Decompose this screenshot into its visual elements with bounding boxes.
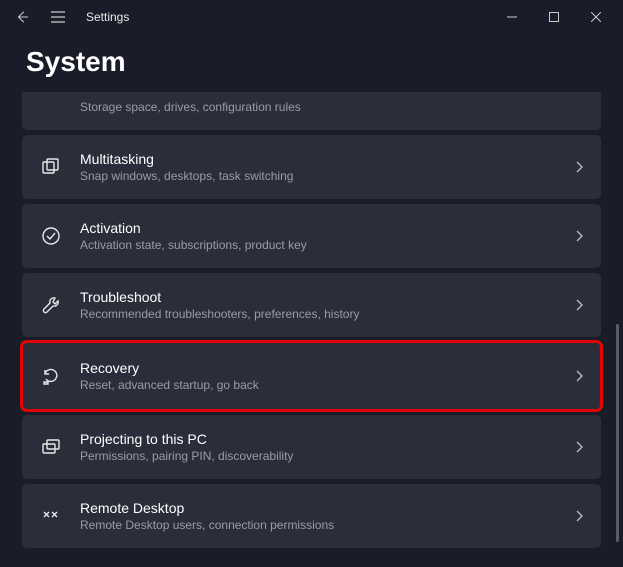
chevron-right-icon <box>575 161 583 173</box>
scrollbar[interactable] <box>616 324 619 542</box>
back-button[interactable] <box>6 1 38 33</box>
settings-item-troubleshoot[interactable]: Troubleshoot Recommended troubleshooters… <box>22 273 601 337</box>
item-text: Activation Activation state, subscriptio… <box>80 220 565 252</box>
close-icon <box>591 12 601 22</box>
settings-item-multitasking[interactable]: Multitasking Snap windows, desktops, tas… <box>22 135 601 199</box>
troubleshoot-icon <box>40 294 62 316</box>
close-button[interactable] <box>575 3 617 31</box>
item-text: Projecting to this PC Permissions, pairi… <box>80 431 565 463</box>
window-controls <box>491 3 617 31</box>
chevron-right-icon <box>575 441 583 453</box>
item-title: Recovery <box>80 360 565 376</box>
minimize-icon <box>507 12 517 22</box>
item-subtitle: Snap windows, desktops, task switching <box>80 169 565 183</box>
app-title: Settings <box>86 10 129 24</box>
titlebar: Settings <box>0 0 623 34</box>
item-text: Remote Desktop Remote Desktop users, con… <box>80 500 565 532</box>
menu-button[interactable] <box>42 1 74 33</box>
settings-item-projecting[interactable]: Projecting to this PC Permissions, pairi… <box>22 415 601 479</box>
chevron-right-icon <box>575 230 583 242</box>
item-subtitle: Recommended troubleshooters, preferences… <box>80 307 565 321</box>
settings-item-storage[interactable]: Storage space, drives, configuration rul… <box>22 92 601 130</box>
chevron-right-icon <box>575 299 583 311</box>
item-text: Recovery Reset, advanced startup, go bac… <box>80 360 565 392</box>
remote-desktop-icon <box>40 505 62 527</box>
recovery-icon <box>40 365 62 387</box>
item-title: Troubleshoot <box>80 289 565 305</box>
settings-list: Storage space, drives, configuration rul… <box>0 92 623 548</box>
item-subtitle: Storage space, drives, configuration rul… <box>80 100 583 114</box>
item-subtitle: Activation state, subscriptions, product… <box>80 238 565 252</box>
chevron-right-icon <box>575 510 583 522</box>
hamburger-icon <box>51 11 65 23</box>
titlebar-left: Settings <box>6 1 129 33</box>
multitasking-icon <box>40 156 62 178</box>
settings-item-recovery[interactable]: Recovery Reset, advanced startup, go bac… <box>22 342 601 410</box>
item-subtitle: Remote Desktop users, connection permiss… <box>80 518 565 532</box>
maximize-icon <box>549 12 559 22</box>
settings-item-remote-desktop[interactable]: Remote Desktop Remote Desktop users, con… <box>22 484 601 548</box>
settings-item-activation[interactable]: Activation Activation state, subscriptio… <box>22 204 601 268</box>
projecting-icon <box>40 436 62 458</box>
item-title: Activation <box>80 220 565 236</box>
page-title: System <box>0 34 623 92</box>
item-text: Storage space, drives, configuration rul… <box>80 100 583 114</box>
item-text: Troubleshoot Recommended troubleshooters… <box>80 289 565 321</box>
item-subtitle: Reset, advanced startup, go back <box>80 378 565 392</box>
minimize-button[interactable] <box>491 3 533 31</box>
item-text: Multitasking Snap windows, desktops, tas… <box>80 151 565 183</box>
back-arrow-icon <box>15 10 29 24</box>
item-subtitle: Permissions, pairing PIN, discoverabilit… <box>80 449 565 463</box>
activation-icon <box>40 225 62 247</box>
item-title: Projecting to this PC <box>80 431 565 447</box>
maximize-button[interactable] <box>533 3 575 31</box>
chevron-right-icon <box>575 370 583 382</box>
item-title: Multitasking <box>80 151 565 167</box>
item-title: Remote Desktop <box>80 500 565 516</box>
